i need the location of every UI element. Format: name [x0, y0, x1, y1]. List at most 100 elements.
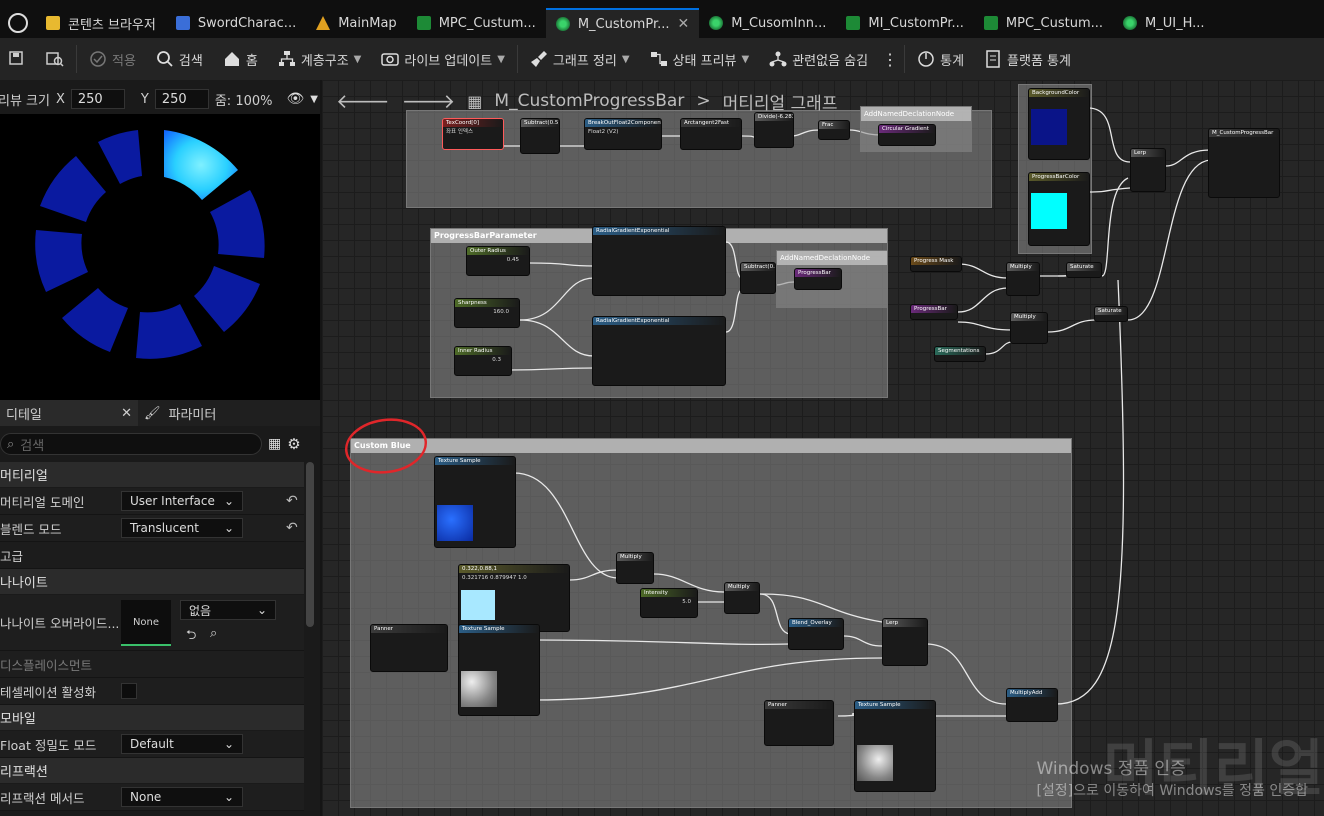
node-panner-2[interactable]: Panner	[764, 700, 834, 746]
hide-unrelated-button[interactable]: 관련없음 숨김	[761, 43, 876, 75]
node-radial-gradient-1[interactable]: RadialGradientExponential	[592, 226, 726, 296]
close-icon[interactable]: ✕	[121, 406, 132, 421]
state-preview-button[interactable]: 상태 프리뷰 ▼	[642, 43, 758, 75]
node-breakout[interactable]: BreakOutFloat2Components Float2 (V2)	[584, 118, 662, 150]
gear-icon[interactable]: ⚙	[287, 435, 300, 453]
search-button[interactable]: 검색	[148, 43, 211, 75]
node-title: Multiply	[725, 583, 759, 591]
blend-mode-combo[interactable]: Translucent ⌄	[121, 518, 243, 538]
node-multiply-2[interactable]: Multiply	[1010, 312, 1048, 344]
displacement-row[interactable]: 디스플레이스먼트	[0, 651, 304, 678]
node-sharpness[interactable]: Sharpness 160.0	[454, 298, 520, 328]
details-scrollbar[interactable]	[306, 462, 314, 627]
nanite-material-thumbnail[interactable]: None	[121, 600, 171, 646]
node-intensity[interactable]: Intensity 5.0	[640, 588, 698, 618]
tab-mi-custom-progress[interactable]: MI_CustomPr...	[836, 8, 974, 38]
category-refraction[interactable]: 리프랙션	[0, 758, 304, 784]
more-options-button[interactable]: ⋮	[880, 43, 900, 75]
table-view-icon[interactable]: ▦	[268, 436, 281, 452]
chevron-down-icon: ▼	[741, 53, 750, 65]
tab-mpc-1[interactable]: MPC_Custum...	[407, 8, 546, 38]
category-nanite[interactable]: 나나이트	[0, 569, 304, 595]
node-arctan[interactable]: Arctangent2Fast	[680, 118, 742, 150]
close-icon[interactable]: ✕	[678, 16, 690, 32]
node-lerp-cb[interactable]: Lerp	[882, 618, 928, 666]
details-properties: 머티리얼 머티리얼 도메인 User Interface ⌄ ↶ 블렌드 모드 Tran…	[0, 462, 304, 816]
float-precision-combo[interactable]: Default ⌄	[121, 734, 243, 754]
tab-content-browser[interactable]: 콘텐츠 브라우저	[36, 8, 166, 38]
nanite-override-combo[interactable]: 없음 ⌄	[180, 600, 276, 620]
node-multiply-add[interactable]: MultiplyAdd	[1006, 688, 1058, 722]
node-subtract[interactable]: Subtract(0.5)	[520, 118, 560, 154]
node-texture-sample-2[interactable]: Texture Sample	[458, 624, 540, 716]
tessellation-checkbox[interactable]	[121, 683, 137, 699]
tab-m-ui-h[interactable]: M_UI_H...	[1113, 8, 1215, 38]
material-domain-combo[interactable]: User Interface ⌄	[121, 491, 243, 511]
browse-asset-icon[interactable]: ⌕	[210, 626, 217, 641]
save-button[interactable]	[0, 43, 34, 75]
node-saturate-1[interactable]: Saturate	[1066, 262, 1102, 278]
tab-main-map[interactable]: MainMap	[306, 8, 406, 38]
node-outer-radius[interactable]: Outer Radius 0.45	[466, 246, 530, 276]
node-subtract-2[interactable]: Subtract(0.5)	[740, 262, 776, 294]
node-progress-mask[interactable]: Progress Mask	[910, 256, 962, 272]
preview-x-input[interactable]: 250	[70, 89, 125, 109]
node-lerp-output[interactable]: Lerp	[1130, 148, 1166, 192]
node-progress-color[interactable]: ProgressBarColor	[1028, 172, 1090, 246]
category-mobile[interactable]: 모바일	[0, 705, 304, 731]
breadcrumb-asset[interactable]: M_CustomProgressBar	[494, 91, 684, 111]
details-search-input[interactable]: ⌕ 검색	[0, 433, 262, 455]
comment-title: Custom Blue	[351, 439, 1071, 453]
browse-button[interactable]	[38, 43, 72, 75]
reset-arrow-icon[interactable]: ↶	[286, 493, 298, 509]
node-multiply-cb2[interactable]: Multiply	[724, 582, 760, 614]
node-texture-sample-3[interactable]: Texture Sample	[854, 700, 936, 792]
tab-details[interactable]: 디테일 ✕	[0, 400, 138, 426]
forward-arrow-icon[interactable]: 🡒	[402, 89, 456, 113]
back-arrow-icon[interactable]: 🡐	[336, 89, 390, 113]
material-graph-canvas[interactable]: ProgressBarParameter Custom Blue TexCoor…	[322, 80, 1324, 816]
node-segmentations[interactable]: Segmentations	[934, 346, 986, 362]
node-result[interactable]: M_CustomProgressBar	[1208, 128, 1280, 198]
node-blend-overlay[interactable]: Blend_Overlay	[788, 618, 844, 650]
platform-stats-button[interactable]: 플랫폼 통계	[976, 43, 1079, 75]
tab-parameters[interactable]: 🖌 파라미터	[138, 400, 222, 426]
node-texcoord[interactable]: TexCoord[0] 좌표 인덱스	[442, 118, 504, 150]
reset-arrow-icon[interactable]: ↶	[286, 520, 298, 536]
node-panner-1[interactable]: Panner	[370, 624, 448, 672]
node-radial-gradient-2[interactable]: RadialGradientExponential	[592, 316, 726, 386]
node-texture-sample-1[interactable]: Texture Sample	[434, 456, 516, 548]
refraction-method-combo[interactable]: None ⌄	[121, 787, 243, 807]
use-selected-arrow-icon[interactable]: ⮌	[186, 626, 196, 648]
node-saturate-2[interactable]: Saturate	[1094, 306, 1128, 322]
tab-m-cusom-inner[interactable]: M_CusomInn...	[699, 8, 836, 38]
node-progressbar-decl[interactable]: ProgressBar	[794, 268, 842, 290]
clean-graph-button[interactable]: 그래프 정리 ▼	[522, 43, 638, 75]
advanced-row[interactable]: 고급	[0, 542, 304, 569]
preview-y-input[interactable]: 250	[154, 89, 209, 109]
unreal-logo-icon[interactable]	[0, 8, 36, 38]
category-material[interactable]: 머티리얼	[0, 462, 304, 488]
tab-mpc-2[interactable]: MPC_Custum...	[974, 8, 1113, 38]
node-multiply-1[interactable]: Multiply	[1006, 262, 1040, 296]
stats-button[interactable]: 통계	[909, 43, 972, 75]
node-circular-gradient[interactable]: Circular Gradient	[878, 124, 936, 146]
node-multiply-cb1[interactable]: Multiply	[616, 552, 654, 584]
node-progressbar[interactable]: ProgressBar	[910, 304, 958, 320]
node-body: Float2 (V2)	[588, 129, 619, 135]
tab-sword-character[interactable]: SwordCharac...	[166, 8, 306, 38]
apply-button[interactable]: 적용	[81, 43, 144, 75]
breadcrumb-graph[interactable]: 머티리얼 그래프	[723, 89, 838, 114]
node-inner-radius[interactable]: Inner Radius 0.3	[454, 346, 512, 376]
material-preview-viewport[interactable]	[0, 114, 320, 400]
eye-icon[interactable]: 👁	[286, 91, 304, 107]
graph-hierarchy-icon[interactable]: ▦	[467, 92, 482, 111]
node-frac[interactable]: Frac	[818, 120, 850, 140]
tab-m-custom-progress[interactable]: M_CustomPr... ✕	[545, 8, 700, 38]
title-bar	[0, 0, 1324, 8]
live-update-button[interactable]: 라이브 업데이트 ▼	[373, 43, 513, 75]
home-button[interactable]: 홈	[215, 43, 266, 75]
node-constant-color[interactable]: 0.322,0.88,1 0.321716 0.879947 1.0	[458, 564, 570, 632]
chevron-down-icon[interactable]: ▼	[310, 94, 318, 105]
hierarchy-button[interactable]: 계층구조 ▼	[270, 43, 370, 75]
